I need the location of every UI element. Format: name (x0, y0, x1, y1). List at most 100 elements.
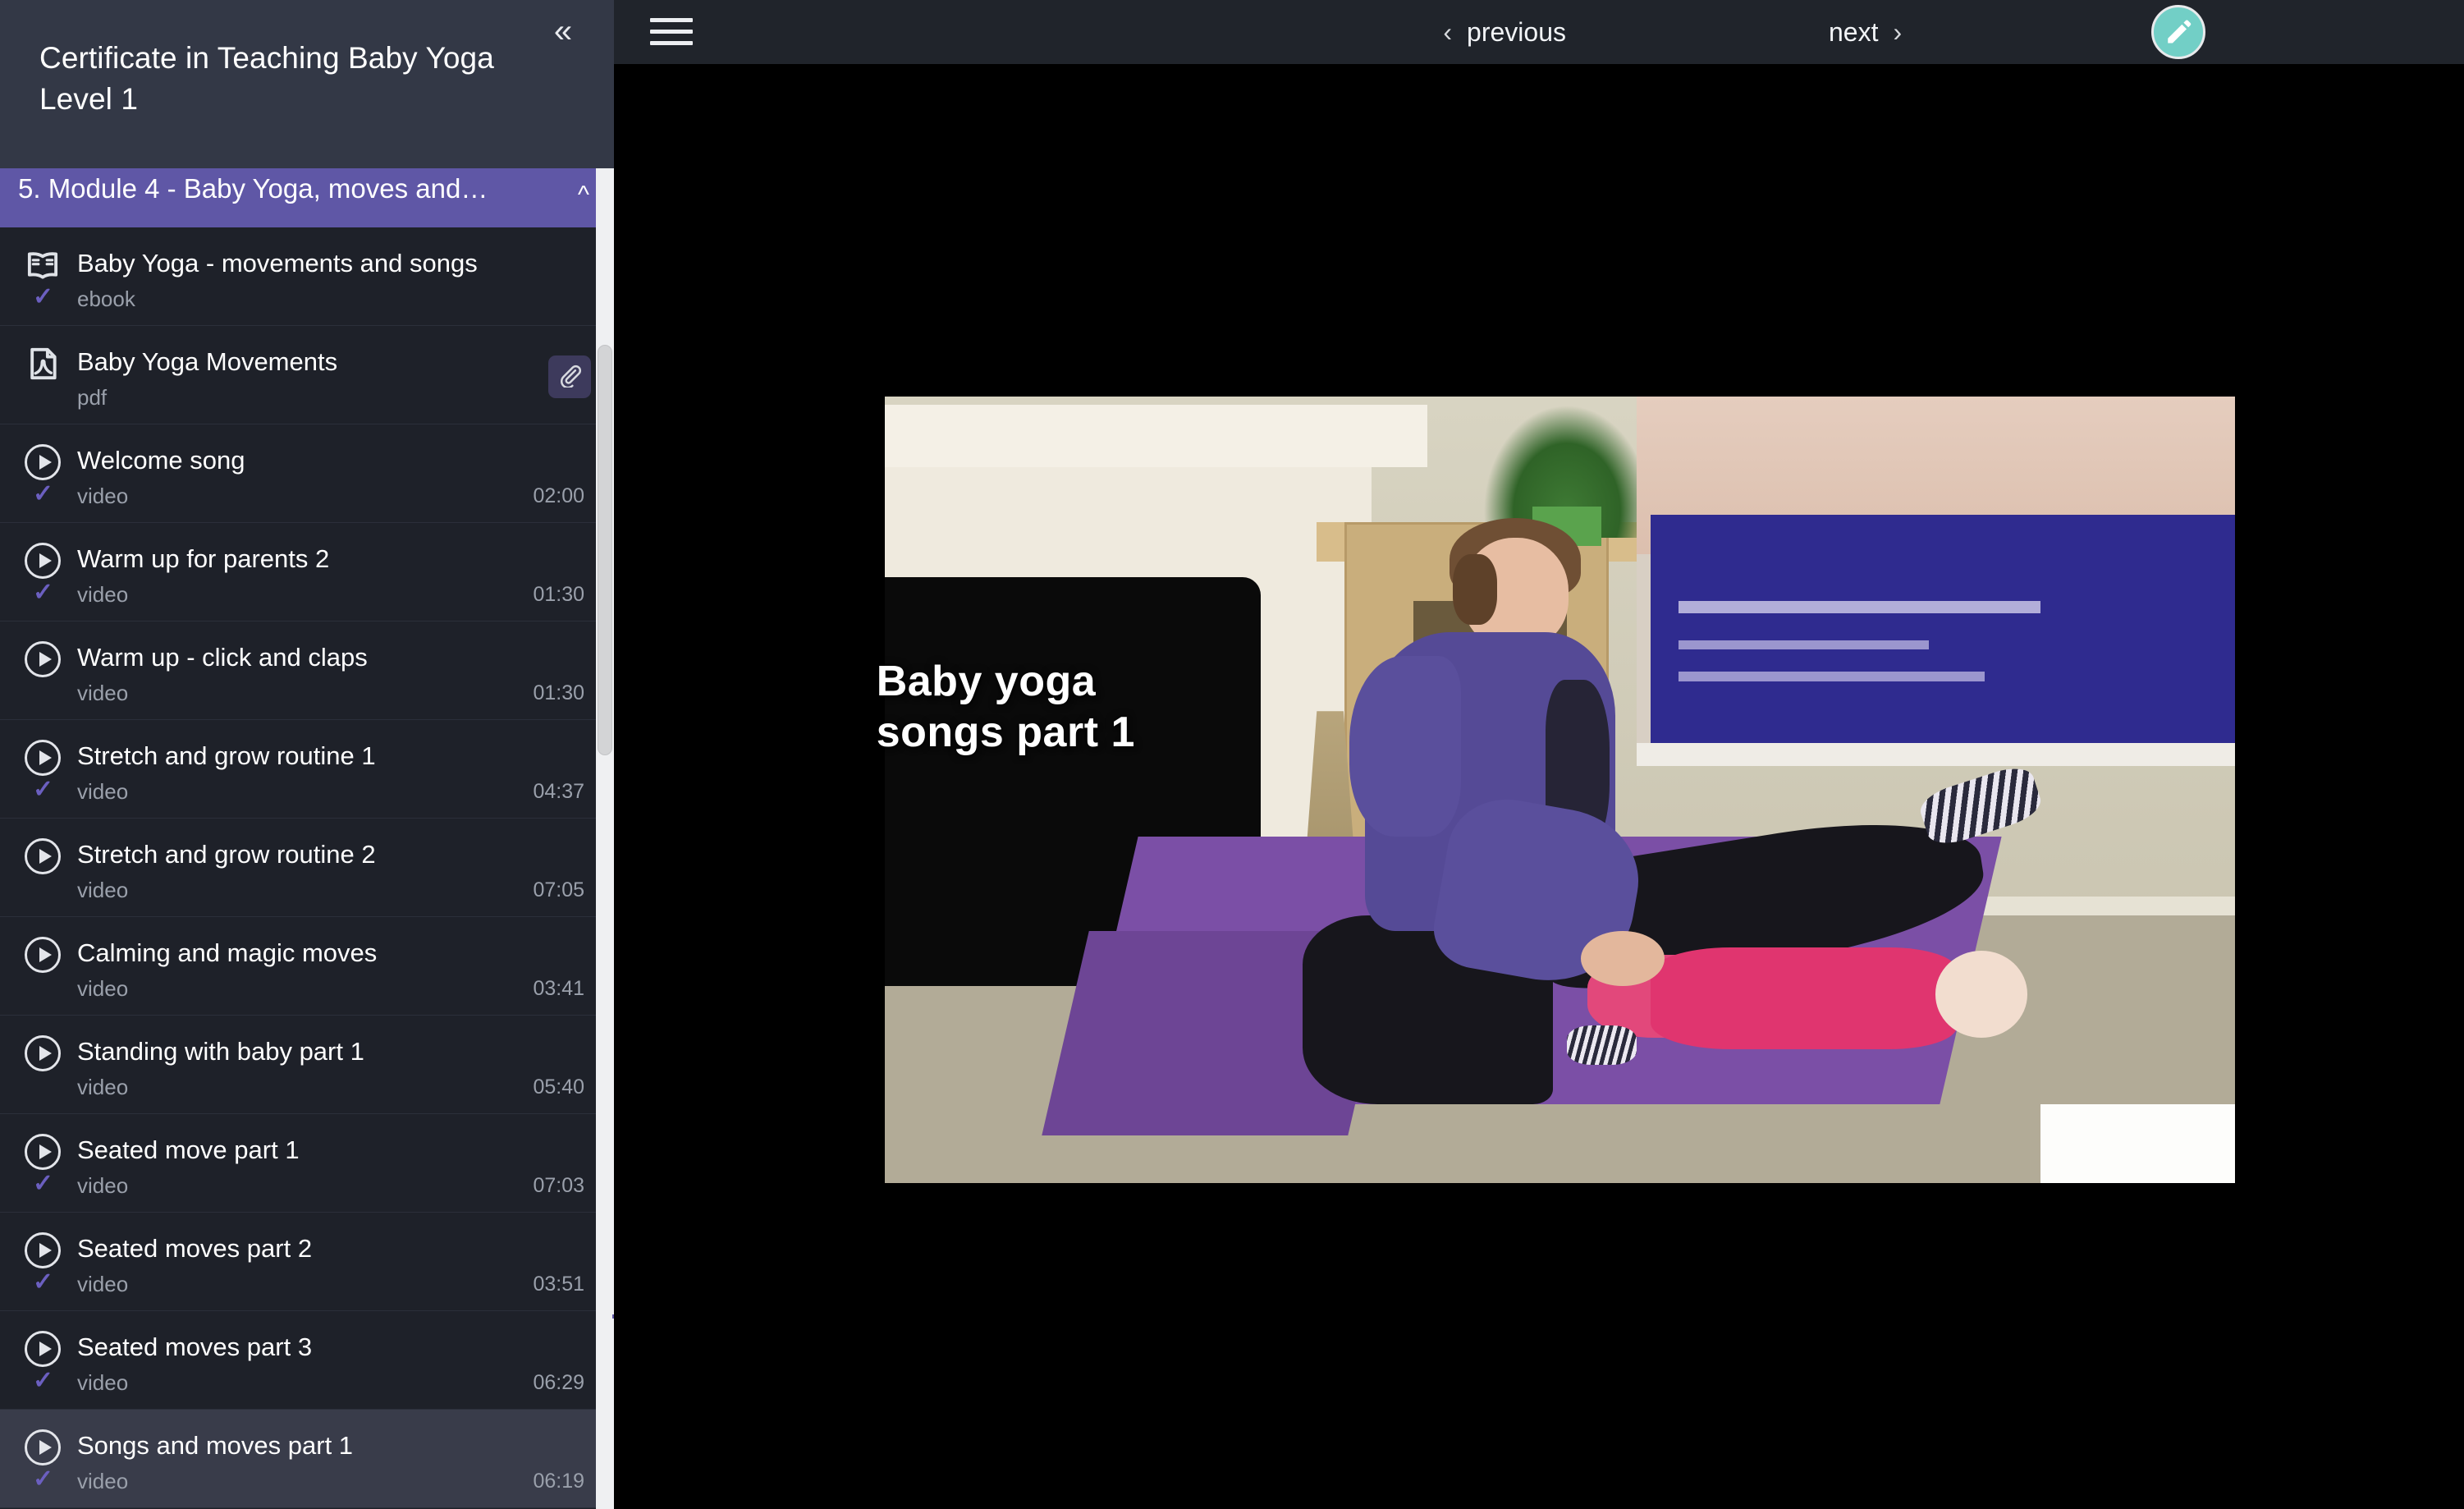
lesson-title: Warm up for parents 2 (77, 544, 330, 573)
hamburger-menu-icon[interactable] (650, 11, 693, 51)
lesson-duration: 01:30 (533, 681, 584, 704)
video-player[interactable]: Baby yoga songs part 1 (843, 397, 2235, 1183)
lesson-title: Standing with baby part 1 (77, 1037, 364, 1066)
play-icon (25, 1232, 61, 1268)
edit-button[interactable] (2151, 5, 2205, 59)
lesson-title: Baby Yoga Movements (77, 347, 338, 376)
lesson-type: video (77, 878, 129, 902)
completed-check-icon: ✓ (33, 1465, 54, 1493)
pencil-icon (2168, 20, 2191, 44)
lesson-row[interactable]: Baby Yoga - movements and songs ✓ ebook (0, 227, 614, 326)
completed-check-icon: ✓ (33, 1268, 54, 1296)
book-icon (25, 247, 61, 283)
page-title: Certificate in Teaching Baby Yoga Level … (39, 41, 494, 116)
lesson-row[interactable]: Baby Yoga Movements pdf (0, 326, 614, 424)
course-sidebar: Certificate in Teaching Baby Yoga Level … (0, 0, 614, 1509)
completed-check-icon: ✓ (33, 1367, 54, 1394)
play-icon (25, 937, 61, 973)
lesson-title: Baby Yoga - movements and songs (77, 249, 478, 277)
video-caption: Baby yoga songs part 1 (877, 656, 1135, 758)
lesson-row[interactable]: Seated move part 1 ✓ video 07:03 (0, 1114, 614, 1213)
lesson-title: Seated move part 1 (77, 1135, 300, 1164)
lesson-row[interactable]: Stretch and grow routine 2 video 07:05 (0, 819, 614, 917)
play-icon (25, 838, 61, 874)
lesson-row[interactable]: Warm up - click and claps video 01:30 (0, 621, 614, 720)
lesson-duration: 01:30 (533, 583, 584, 606)
lesson-row[interactable]: Seated moves part 2 ✓ video 03:51 (0, 1213, 614, 1311)
play-icon (25, 1134, 61, 1170)
course-player-app: Certificate in Teaching Baby Yoga Level … (0, 0, 2464, 1509)
chevron-up-icon: ^ (577, 181, 589, 209)
sidebar-scrollbar-thumb[interactable] (598, 345, 612, 755)
sidebar-header: Certificate in Teaching Baby Yoga Level … (0, 0, 614, 168)
video-caption-line-2: songs part 1 (876, 709, 1135, 757)
lesson-title: Warm up - click and claps (77, 643, 368, 672)
lesson-title: Songs and moves part 1 (77, 1431, 354, 1460)
lesson-duration: 06:19 (533, 1470, 584, 1493)
lesson-type: video (77, 1469, 129, 1493)
lesson-row[interactable]: Welcome song ✓ video 02:00 (0, 424, 614, 523)
completed-check-icon: ✓ (33, 776, 54, 803)
module-label: 5. Module 4 - Baby Yoga, moves and… (18, 173, 488, 204)
lesson-title: Seated moves part 2 (77, 1234, 313, 1263)
video-scene-banner-text-2 (1678, 640, 1929, 650)
lesson-type: video (77, 779, 129, 804)
lesson-title: Stretch and grow routine 2 (77, 840, 376, 869)
lesson-type: video (77, 681, 129, 705)
attachment-button[interactable] (548, 355, 591, 398)
video-scene-banner-text-1 (1678, 601, 2040, 614)
completed-check-icon: ✓ (33, 579, 54, 606)
lesson-duration: 04:37 (533, 780, 584, 803)
top-toolbar: ‹ previous next › (614, 0, 2464, 64)
lesson-type: video (77, 1272, 129, 1296)
lesson-type: video (77, 484, 129, 508)
video-scene-baby-body (1650, 947, 1957, 1050)
next-button[interactable]: next › (1829, 0, 1902, 64)
lesson-duration: 03:41 (533, 977, 584, 1000)
video-scene-paper (2040, 1104, 2235, 1183)
video-scene-left-shadow (843, 397, 885, 1183)
lesson-type: pdf (77, 385, 108, 410)
lesson-title: Seated moves part 3 (77, 1332, 313, 1361)
play-icon (25, 740, 61, 776)
lesson-type: video (77, 582, 129, 607)
lesson-type: video (77, 1075, 129, 1099)
previous-label: previous (1467, 16, 1566, 47)
video-scene-mantel (843, 404, 1428, 468)
video-scene-instructor-shoulder (1349, 656, 1462, 837)
module-accordion-header[interactable]: 5. Module 4 - Baby Yoga, moves and… ^ (0, 168, 614, 227)
lesson-duration: 05:40 (533, 1076, 584, 1098)
video-scene-instructor-hair-side (1452, 553, 1498, 625)
paperclip-icon (557, 363, 582, 392)
lesson-row[interactable]: Warm up for parents 2 ✓ video 01:30 (0, 523, 614, 621)
lesson-duration: 07:03 (533, 1174, 584, 1197)
lesson-duration: 03:51 (533, 1273, 584, 1296)
completed-check-icon: ✓ (33, 283, 54, 310)
video-scene-banner-base (1636, 742, 2235, 767)
previous-button[interactable]: ‹ previous (1443, 0, 1566, 64)
lesson-row[interactable]: Seated moves part 3 ✓ video 06:29 (0, 1311, 614, 1410)
lesson-list: Baby Yoga - movements and songs ✓ ebook Bab… (0, 227, 614, 1508)
lesson-title: Stretch and grow routine 1 (77, 741, 376, 770)
lesson-type: video (77, 1370, 129, 1395)
lesson-type: video (77, 976, 129, 1001)
lesson-row[interactable]: Calming and magic moves video 03:41 (0, 917, 614, 1016)
chevron-left-icon: ‹ (1443, 17, 1453, 47)
video-scene-banner-panel (1650, 514, 2235, 743)
play-icon (25, 1035, 61, 1071)
lesson-type: ebook (77, 287, 135, 311)
sidebar-scrollbar-track[interactable] (596, 168, 614, 1509)
lesson-row[interactable]: Standing with baby part 1 video 05:40 (0, 1016, 614, 1114)
video-caption-line-1: Baby yoga (876, 658, 1097, 706)
lesson-duration: 06:29 (533, 1371, 584, 1394)
video-scene-baby-head (1935, 951, 2028, 1038)
play-icon (25, 641, 61, 677)
double-chevron-left-icon[interactable]: « (543, 13, 583, 53)
chevron-right-icon: › (1893, 17, 1903, 47)
video-scene-banner-text-3 (1678, 672, 1985, 681)
completed-check-icon: ✓ (33, 1170, 54, 1197)
lesson-duration: 07:05 (533, 878, 584, 901)
lesson-row[interactable]: Songs and moves part 1 ✓ video 06:19 (0, 1410, 614, 1508)
play-icon (25, 444, 61, 480)
lesson-row[interactable]: Stretch and grow routine 1 ✓ video 04:37 (0, 720, 614, 819)
